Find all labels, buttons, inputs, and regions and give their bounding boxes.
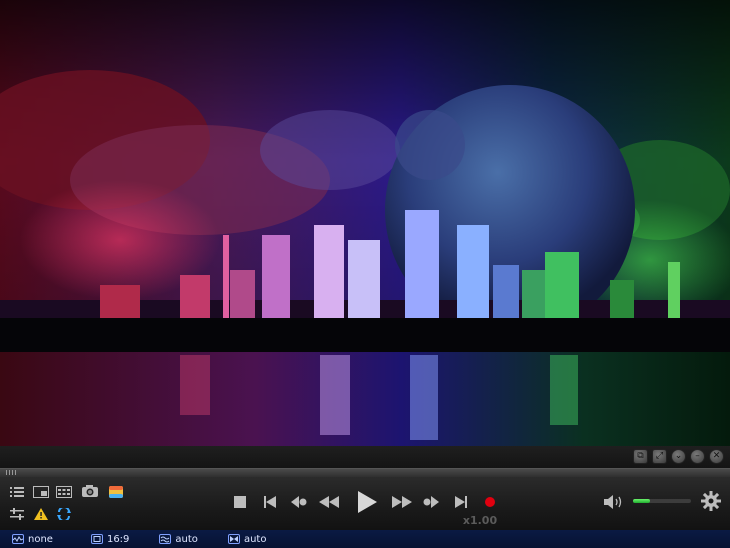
window-title-bar[interactable]: ⧉ ⤢ ⌄ – ✕ [0,446,730,468]
crop-label: auto [243,533,267,545]
aspect-ratio-label: 16:9 [106,533,130,545]
maximize-icon[interactable]: – [690,449,705,464]
minimize-icon[interactable]: ⌄ [671,449,686,464]
next-button[interactable] [454,495,468,509]
fullscreen-icon[interactable]: ⤢ [652,449,667,464]
camera-icon[interactable] [80,483,100,499]
crop-icon [227,534,240,544]
seek-grip-icon[interactable] [6,470,18,475]
mini-player-icon[interactable] [32,485,50,499]
step-back-button[interactable] [290,495,308,509]
step-forward-button[interactable] [422,495,440,509]
control-panel [0,477,730,530]
playback-speed-label: x1.00 [462,514,498,527]
settings-gear-icon[interactable] [700,490,722,512]
aspect-ratio-status[interactable]: 16:9 [90,533,130,545]
play-button[interactable] [354,489,380,515]
volume-level [633,499,651,503]
close-icon[interactable]: ✕ [709,449,724,464]
aspect-ratio-icon [90,534,103,544]
status-bar: none 16:9 auto auto [0,530,730,548]
warning-icon[interactable] [33,507,49,521]
deinterlace-icon [159,534,172,544]
previous-button[interactable] [263,495,277,509]
equalizer-icon[interactable] [9,507,25,521]
restore-icon[interactable]: ⧉ [633,449,648,464]
repeat-icon[interactable] [55,507,73,521]
audio-mode-label: none [28,533,53,545]
crop-status[interactable]: auto [227,533,267,545]
chapters-icon[interactable] [55,485,73,499]
audio-mode-status[interactable]: none [12,534,53,545]
stop-button[interactable] [233,495,247,509]
skins-icon[interactable] [107,484,125,500]
video-frame [0,0,730,446]
rewind-button[interactable] [318,495,340,509]
video-area[interactable] [0,0,730,446]
waveform-icon [12,534,24,544]
record-button[interactable] [483,495,497,509]
volume-slider[interactable] [633,499,691,503]
fast-forward-button[interactable] [391,495,413,509]
deinterlace-label: auto [175,533,198,545]
speaker-icon[interactable] [604,494,626,510]
deinterlace-status[interactable]: auto [159,534,198,545]
playlist-icon[interactable] [9,485,25,499]
